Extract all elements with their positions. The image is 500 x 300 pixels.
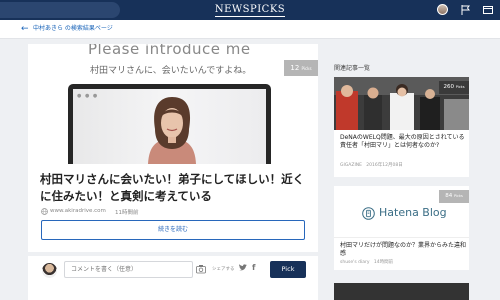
facebook-icon[interactable]: f bbox=[252, 263, 255, 273]
breadcrumb-bar: ← 中村あきら の検索結果ページ bbox=[0, 20, 500, 39]
article-time: 11時間前 bbox=[115, 210, 139, 216]
top-navigation-bar: NEWSPICKS bbox=[0, 0, 500, 20]
twitter-icon[interactable] bbox=[239, 264, 247, 272]
article-title[interactable]: 村田マリさんに会いたい！弟子にしてほしい！近くに住みたい！と真剣に考えている bbox=[40, 171, 312, 205]
hero-heading: Please introduce me bbox=[88, 44, 251, 58]
globe-icon bbox=[41, 208, 48, 215]
breadcrumb-link[interactable]: 中村あきら の検索結果ページ bbox=[33, 25, 113, 33]
comment-bar: シェアする f Pick bbox=[28, 256, 318, 300]
hatena-logo-icon bbox=[362, 207, 375, 220]
picks-count-badge: 84 Picks bbox=[439, 190, 469, 203]
window-icon[interactable] bbox=[483, 5, 493, 15]
related-article-card[interactable] bbox=[334, 283, 469, 300]
pick-button[interactable]: Pick bbox=[270, 261, 306, 278]
comment-input[interactable] bbox=[64, 261, 193, 278]
picks-count-badge: 12 Picks bbox=[284, 60, 318, 76]
window-dots-icon: ● ● ● bbox=[77, 93, 99, 99]
hatena-blog-text: Hatena Blog bbox=[379, 206, 447, 219]
laptop-image: ● ● ● bbox=[68, 84, 271, 164]
camera-icon[interactable] bbox=[196, 264, 206, 274]
share-label: シェアする bbox=[212, 267, 235, 272]
read-more-button[interactable]: 続きを読む bbox=[41, 220, 305, 240]
related-article-meta: shuse's diary 14時間前 bbox=[340, 260, 394, 265]
flag-icon[interactable] bbox=[461, 5, 470, 15]
related-article-card[interactable]: Hatena Blog 84 Picks 村田マリだけが問題なのか？業界からみた… bbox=[334, 186, 469, 270]
picks-count-badge: 260 Picks bbox=[439, 81, 469, 94]
user-avatar bbox=[42, 263, 57, 278]
article-source-site[interactable]: www.akiradrive.com bbox=[50, 208, 106, 214]
related-article-photo bbox=[334, 283, 469, 300]
newspicks-logo[interactable]: NEWSPICKS bbox=[0, 3, 500, 17]
hero-subtitle: 村田マリさんに、会いたいんですよね。 bbox=[90, 66, 252, 76]
laptop-screen: ● ● ● bbox=[73, 89, 266, 164]
related-article-card[interactable]: 260 Picks DeNAのWELQ問題、最大の原因とされている責任者「村田マ… bbox=[334, 77, 469, 177]
user-avatar-icon[interactable] bbox=[437, 4, 448, 15]
related-article-meta: GIGAZINE 2016年12月08日 bbox=[340, 163, 403, 168]
portrait-image bbox=[148, 97, 196, 164]
article-hero-image[interactable]: Please introduce me 村田マリさんに、会いたいんですよね。 1… bbox=[28, 44, 318, 164]
related-article-title[interactable]: 村田マリだけが問題なのか？業界からみた違和感 bbox=[340, 242, 466, 258]
back-arrow-icon[interactable]: ← bbox=[21, 23, 29, 35]
related-article-photo: 260 Picks bbox=[334, 77, 469, 130]
hatena-blog-image: Hatena Blog 84 Picks bbox=[334, 186, 469, 238]
related-article-title[interactable]: DeNAのWELQ問題、最大の原因とされている責任者「村田マリ」とは何者なのか? bbox=[340, 134, 466, 150]
related-articles-heading: 関連記事一覧 bbox=[334, 65, 371, 72]
